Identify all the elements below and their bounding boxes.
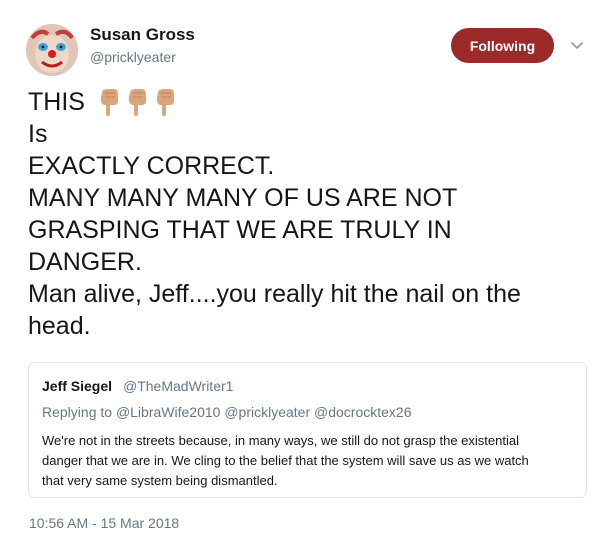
tweet-timestamp[interactable]: 10:56 AM - 15 Mar 2018 xyxy=(29,515,179,531)
quoted-tweet[interactable]: Jeff Siegel @TheMadWriter1 Replying to @… xyxy=(28,362,587,498)
quoted-author-handle: @TheMadWriter1 xyxy=(123,378,234,394)
tweet-line: EXACTLY CORRECT. xyxy=(28,152,275,180)
pointing-down-icon xyxy=(156,89,174,116)
author-handle[interactable]: @pricklyeater xyxy=(90,49,176,65)
tweet-line: head. xyxy=(28,312,91,340)
chevron-down-icon[interactable] xyxy=(570,38,584,52)
mention-link[interactable]: @docrocktex26 xyxy=(314,404,411,420)
pointing-down-icon xyxy=(100,89,118,116)
tweet-line: Is xyxy=(28,120,48,148)
tweet-line: Man alive, Jeff....you really hit the na… xyxy=(28,280,521,308)
quoted-author-name: Jeff Siegel xyxy=(42,378,113,394)
mention-link[interactable]: @LibraWife2010 xyxy=(116,404,221,420)
quoted-line: danger that we are in. We cling to the b… xyxy=(42,453,529,468)
quoted-line: We're not in the streets because, in man… xyxy=(42,433,519,448)
author-name[interactable]: Susan Gross xyxy=(90,25,195,45)
quoted-tweet-text: We're not in the streets because, in man… xyxy=(42,431,577,491)
tweet-line: GRASPING THAT WE ARE TRULY IN xyxy=(28,216,452,244)
tweet-line: THIS xyxy=(28,86,598,118)
following-button[interactable]: Following xyxy=(451,28,554,63)
tweet-line: DANGER. xyxy=(28,248,142,276)
pointing-down-icon xyxy=(128,89,146,116)
replying-to: Replying to @LibraWife2010 @pricklyeater… xyxy=(42,404,412,420)
clown-face-avatar-icon xyxy=(26,24,78,76)
mention-link[interactable]: @pricklyeater xyxy=(224,404,310,420)
tweet-text: THIS Is EXACTLY CORRECT. MANY MANY MANY … xyxy=(28,86,598,342)
avatar[interactable] xyxy=(26,24,78,76)
tweet-line: MANY MANY MANY OF US ARE NOT xyxy=(28,184,458,212)
quoted-line: that very same system being dismantled. xyxy=(42,473,278,488)
replying-to-label: Replying to xyxy=(42,404,113,420)
